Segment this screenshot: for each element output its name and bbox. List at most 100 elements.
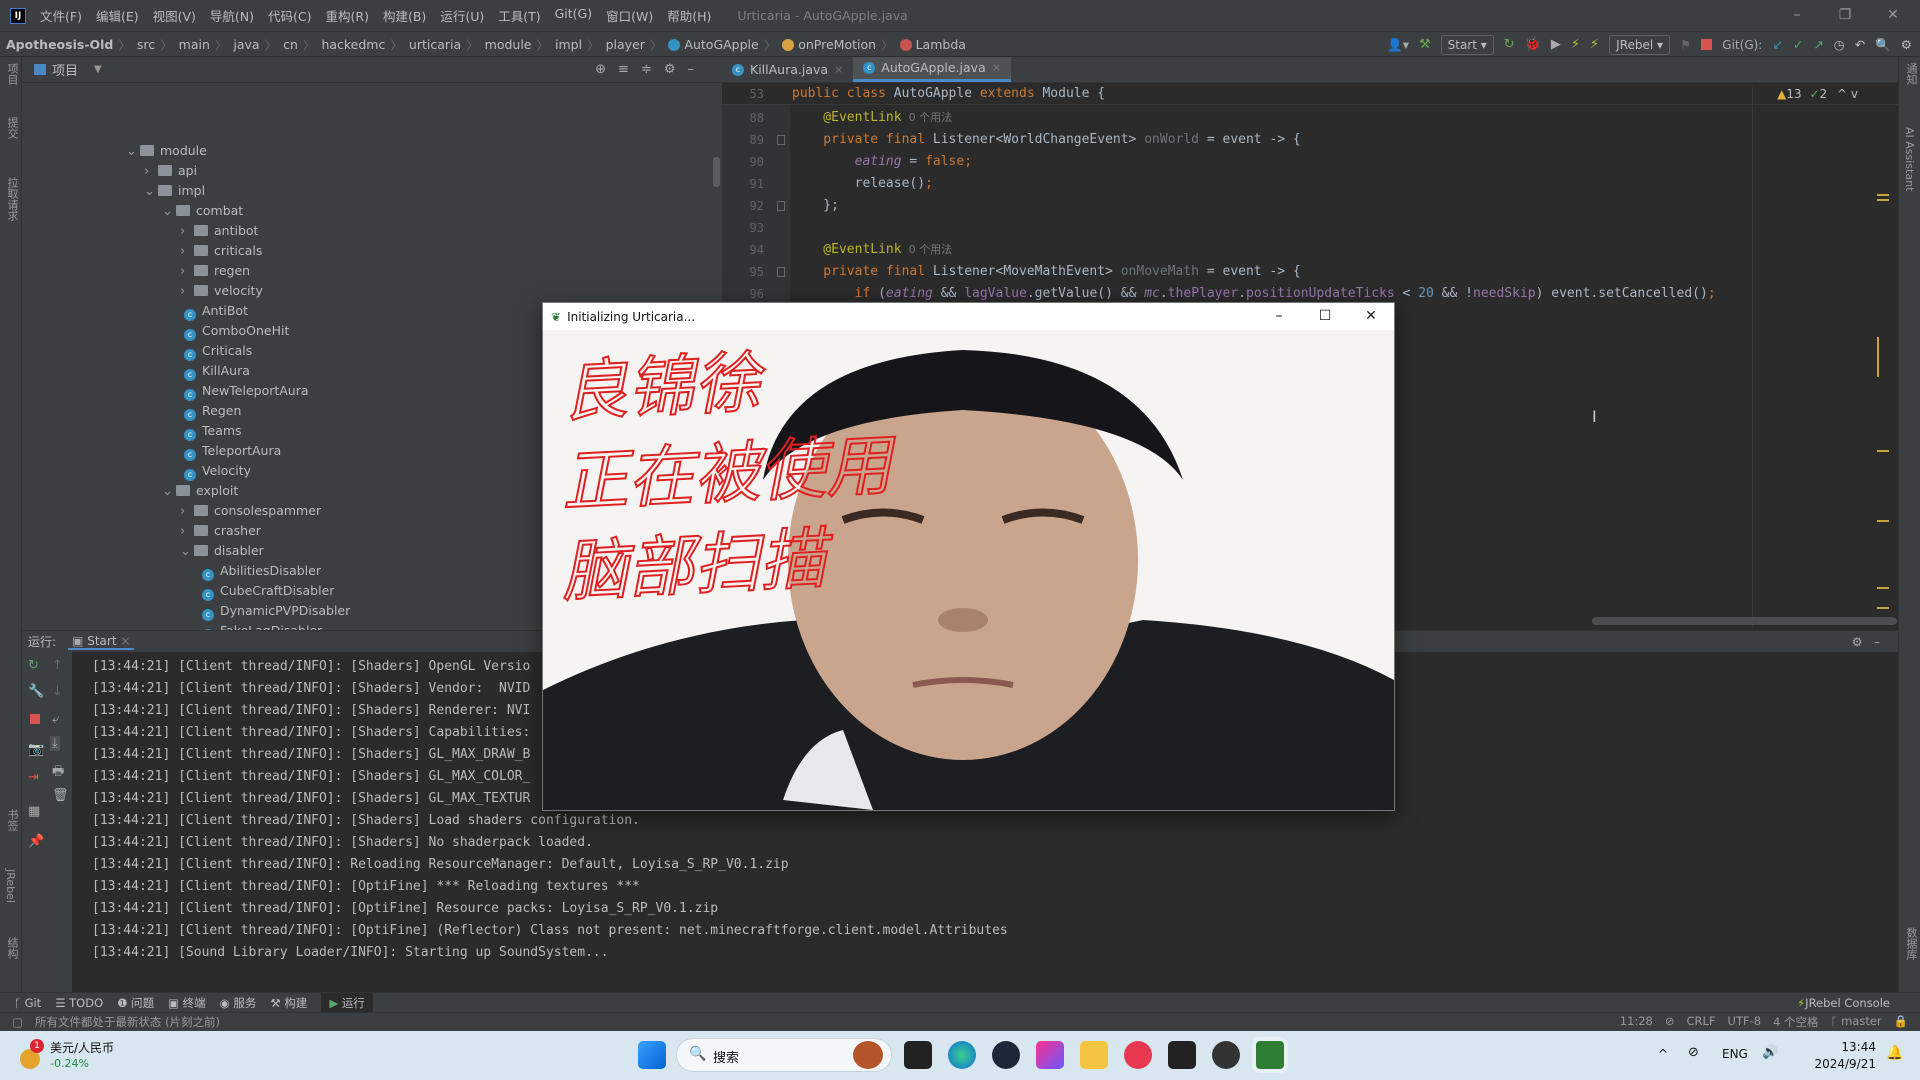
strip-project[interactable]: 项目 <box>4 63 20 85</box>
menu-item[interactable]: 文件(F) <box>40 6 82 25</box>
git-commit-icon[interactable]: ✓ <box>1793 37 1803 52</box>
tool-window-problems[interactable]: ❶ 问题 <box>117 995 154 1011</box>
menu-item[interactable]: 编辑(E) <box>96 6 139 25</box>
close-tab-icon[interactable]: × <box>120 634 130 648</box>
tool-window-build[interactable]: ⚒ 构建 <box>270 995 307 1011</box>
next-highlight-icon[interactable]: v <box>1851 87 1858 101</box>
coverage-icon[interactable]: ▶ <box>1551 37 1561 52</box>
rollback-icon[interactable]: ↶ <box>1855 37 1865 52</box>
tree-item-cubecraftdisabler[interactable]: c CubeCraftDisabler <box>202 581 334 601</box>
jrebel-debug-icon[interactable]: ⚡ <box>1590 37 1599 52</box>
notification-bell-icon[interactable]: 🔔 <box>1886 1045 1903 1061</box>
tree-item-criticals[interactable]: c Criticals <box>184 341 252 361</box>
tab-autogapple[interactable]: c AutoGApple.java × <box>853 57 1011 82</box>
chevron-down-icon[interactable]: ▼ <box>94 64 102 75</box>
steam-icon[interactable] <box>992 1041 1020 1069</box>
tool-window-services[interactable]: ◉ 服务 <box>220 995 257 1011</box>
popup-close-button[interactable]: ✕ <box>1348 303 1394 330</box>
debug-icon[interactable]: 🐞 <box>1525 37 1541 52</box>
clock-time[interactable]: 13:44 <box>1820 1040 1876 1054</box>
editor-hscrollbar[interactable] <box>1592 617 1897 625</box>
restore-button[interactable]: ❐ <box>1822 0 1868 32</box>
git-push-icon[interactable]: ↗ <box>1813 37 1823 52</box>
show-hidden-icons[interactable]: ^ <box>1658 1047 1668 1061</box>
breadcrumb-item[interactable]: AutoGApple <box>668 37 759 52</box>
menu-item[interactable]: 重构(R) <box>326 6 369 25</box>
chevron-right-icon[interactable]: › <box>180 282 194 302</box>
network-icon[interactable]: ⊘ <box>1688 1045 1699 1060</box>
chevron-right-icon[interactable]: › <box>180 222 194 242</box>
tool-window-terminal[interactable]: ▣ 终端 <box>168 995 206 1011</box>
stop-icon[interactable] <box>30 714 40 724</box>
language-indicator[interactable]: ENG <box>1722 1047 1748 1061</box>
breadcrumb-item[interactable]: Lambda <box>899 37 966 52</box>
wrench-icon[interactable]: 🔧 <box>28 684 44 699</box>
tree-item-combat[interactable]: ⌄ combat <box>162 201 243 221</box>
terminal-icon[interactable] <box>1168 1041 1196 1069</box>
search-icon[interactable]: 🔍 <box>1875 37 1891 53</box>
status-toggle-icon[interactable]: ▢ <box>12 1015 23 1029</box>
chevron-right-icon[interactable]: › <box>180 242 194 262</box>
inspection-widget[interactable]: ▲13 ✓2 ^ v <box>1777 87 1858 101</box>
menu-item[interactable]: Git(G) <box>555 6 593 25</box>
build-hammer-icon[interactable]: ⚒ <box>1419 37 1431 52</box>
chevron-right-icon[interactable]: › <box>180 502 194 522</box>
tree-item-consolespammer[interactable]: › consolespammer <box>180 501 321 521</box>
windows-start-icon[interactable] <box>638 1041 666 1069</box>
breadcrumb-item[interactable]: module <box>485 37 532 52</box>
strip-jrebel[interactable]: JRebel <box>4 869 17 903</box>
tree-item-disabler[interactable]: ⌄ disabler <box>180 541 264 561</box>
menu-item[interactable]: 帮助(H) <box>667 6 711 25</box>
menu-item[interactable]: 构建(B) <box>383 6 426 25</box>
settings-gear-icon[interactable]: ⚙ <box>1901 37 1912 52</box>
tab-killaura[interactable]: c KillAura.java × <box>722 57 853 82</box>
breadcrumb-item[interactable]: hackedmc <box>321 37 385 52</box>
breadcrumb-item[interactable]: onPreMotion <box>782 37 876 52</box>
file-encoding[interactable]: UTF-8 <box>1728 1014 1762 1030</box>
close-button[interactable]: ✕ <box>1870 0 1916 32</box>
git-branch[interactable]: ᚴ master <box>1831 1014 1882 1030</box>
tree-item-velocity[interactable]: c Velocity <box>184 461 251 481</box>
chevron-down-icon[interactable]: ⌄ <box>126 142 140 162</box>
tree-item-teams[interactable]: c Teams <box>184 421 242 441</box>
menu-item[interactable]: 导航(N) <box>210 6 254 25</box>
error-stripe[interactable] <box>1877 137 1889 617</box>
run-tab-start[interactable]: ▣ Start × <box>68 634 135 650</box>
tree-item-crasher[interactable]: › crasher <box>180 521 261 541</box>
popup-minimize-button[interactable]: – <box>1256 303 1302 330</box>
tree-item-comboonehit[interactable]: c ComboOneHit <box>184 321 289 341</box>
attach-icon[interactable]: ⚑ <box>1680 37 1691 52</box>
tree-scrollbar[interactable] <box>713 157 720 187</box>
obs-icon[interactable] <box>1212 1041 1240 1069</box>
tree-item-antibot[interactable]: › antibot <box>180 221 258 241</box>
intellij-logo[interactable]: IJ <box>10 7 26 24</box>
run-panel-settings[interactable]: ⚙ – <box>1852 635 1880 649</box>
edge-icon[interactable] <box>948 1041 976 1069</box>
menu-item[interactable]: 视图(V) <box>153 6 196 25</box>
git-update-icon[interactable]: ↙ <box>1772 37 1782 52</box>
close-tab-icon[interactable]: × <box>834 57 843 83</box>
breadcrumb-item[interactable]: Apotheosis-Old <box>6 37 113 52</box>
rerun-icon[interactable]: ↻ <box>1504 37 1515 52</box>
history-icon[interactable]: ◷ <box>1834 37 1845 52</box>
tree-item-dynamicpvpdisabler[interactable]: c DynamicPVPDisabler <box>202 601 350 621</box>
strip-ai-assistant[interactable]: AI Assistant <box>1903 127 1916 191</box>
caret-position[interactable]: 11:28 <box>1620 1014 1653 1030</box>
breadcrumb-item[interactable]: cn <box>283 37 298 52</box>
tree-item-velocity[interactable]: › velocity <box>180 281 263 301</box>
scroll-down-icon[interactable]: ↓ <box>52 684 63 699</box>
taskbar-search[interactable]: 🔍 搜索 <box>676 1038 892 1072</box>
no-lock-icon[interactable]: ⊘ <box>1665 1014 1675 1030</box>
strip-database[interactable]: 数据库 <box>1903 927 1919 960</box>
strip-bookmarks[interactable]: 书签 <box>4 809 20 831</box>
line-separator[interactable]: CRLF <box>1686 1014 1715 1030</box>
tree-item-module[interactable]: ⌄ module <box>126 141 207 161</box>
strip-structure[interactable]: 结构 <box>4 937 20 959</box>
strip-commit[interactable]: 提交 <box>4 117 20 139</box>
tool-window-git[interactable]: ᚴ Git <box>14 996 41 1010</box>
project-view-select[interactable]: 项目 <box>52 60 78 79</box>
chevron-down-icon[interactable]: ⌄ <box>162 202 176 222</box>
urticaria-app-icon[interactable] <box>1256 1041 1284 1069</box>
popup-maximize-button[interactable]: ☐ <box>1302 303 1348 330</box>
menu-item[interactable]: 窗口(W) <box>606 6 653 25</box>
